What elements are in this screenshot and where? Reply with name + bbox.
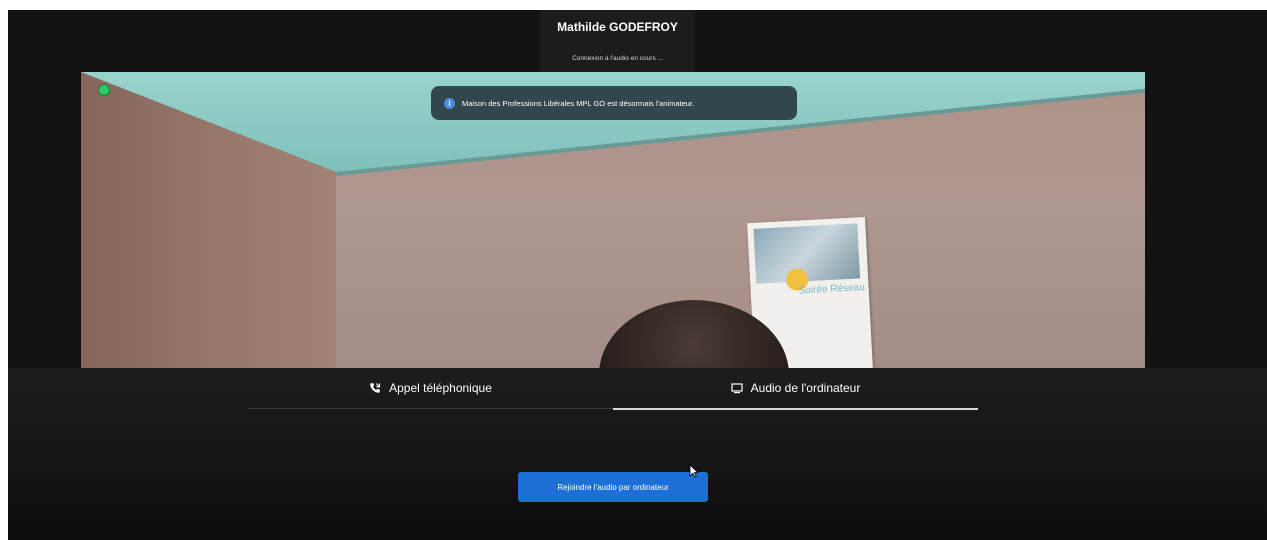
meeting-window: Mathilde GODEFROY Connexion à l'audio en… <box>8 10 1267 540</box>
tab-computer-audio[interactable]: Audio de l'ordinateur <box>613 368 978 410</box>
monitor-icon <box>731 382 743 394</box>
poster-text: Soirée Réseau <box>798 282 866 297</box>
audio-connection-status[interactable]: Connexion à l'audio en cours ... <box>540 55 695 62</box>
participant-name: Mathilde GODEFROY <box>557 20 678 34</box>
phone-icon <box>369 382 381 394</box>
mouse-cursor-icon <box>689 464 699 478</box>
online-status-dot <box>98 84 110 96</box>
join-computer-audio-button[interactable]: Rejoindre l'audio par ordinateur <box>518 472 708 502</box>
tab-phone-call-label: Appel téléphonique <box>389 381 492 395</box>
tab-phone-call[interactable]: Appel téléphonique <box>248 368 613 409</box>
tab-computer-audio-label: Audio de l'ordinateur <box>750 381 861 395</box>
info-icon: i <box>444 97 455 109</box>
host-change-notification: i Maison des Professions Libérales MPL G… <box>431 86 797 120</box>
notification-message: Maison des Professions Libérales MPL GO … <box>462 98 695 108</box>
video-feed: Soirée Réseau i Maison des Professions L… <box>81 72 1145 368</box>
audio-join-panel: Appel téléphonique Audio de l'ordinateur… <box>8 368 1267 540</box>
